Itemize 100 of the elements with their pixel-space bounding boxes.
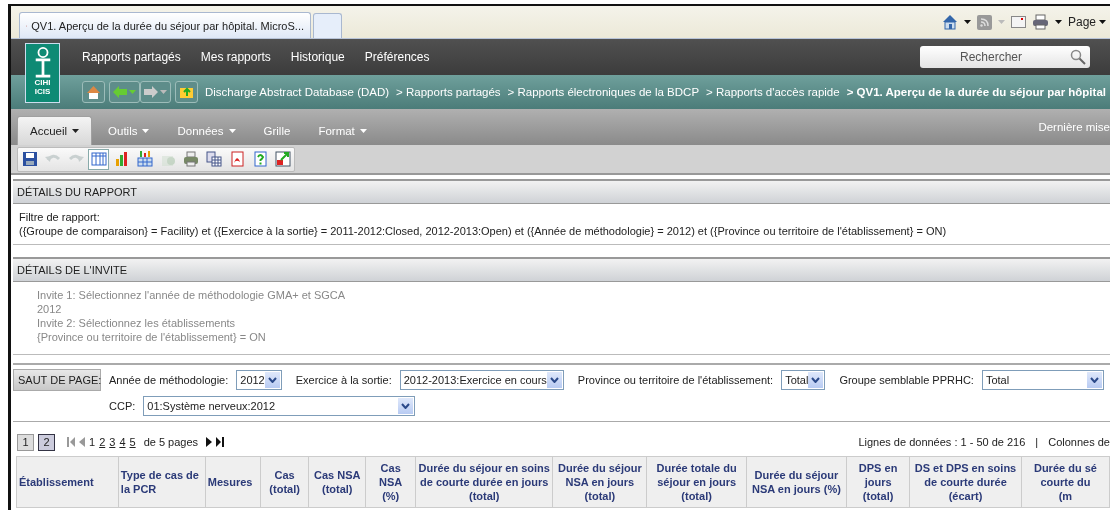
toolbar-button[interactable] [203, 148, 224, 170]
caret-icon [997, 20, 1005, 24]
column-header[interactable]: Durée du séjour NSA en jours (total) [552, 456, 647, 508]
page-link[interactable]: 1 [89, 436, 96, 448]
dropdown-field[interactable]: 01:Système nerveux:2012 [143, 396, 416, 416]
page-count: de 5 pages [143, 436, 199, 448]
mail-icon[interactable] [1010, 16, 1026, 28]
column-header[interactable]: Établissement [16, 456, 119, 508]
column-header[interactable]: Durée du séjour NSA en jours (%) [746, 456, 847, 508]
caret-icon [129, 90, 136, 94]
dropdown-field[interactable]: 2012-2013:Exercice en cours [399, 370, 564, 390]
toolbar-button[interactable] [134, 148, 155, 170]
swap-icon [273, 150, 292, 168]
filter-text: ({Groupe de comparaison} = Facility) et ({Exercice à la sortie} = 2011-2012:Closed, 2012-2013:Open) et ({Année de méthodologie} = 2012) et ({Province ou territoire de l'établissement} = ON) [19, 224, 948, 238]
dropdown-field[interactable]: Total [781, 370, 826, 390]
toolbar-button[interactable] [272, 148, 293, 170]
grid-icon [89, 150, 108, 168]
caret-icon [359, 129, 367, 133]
next-page-icon[interactable] [206, 437, 213, 447]
page-link[interactable]: 5 [129, 436, 136, 448]
column-header[interactable]: Durée du séjour en soins de courte durée en jours (total) [415, 456, 553, 508]
caret-icon [228, 129, 236, 133]
chevron-icon [549, 377, 559, 383]
column-header[interactable]: Mesures [205, 456, 261, 508]
arrow-right-icon [144, 86, 158, 98]
page-link[interactable]: 3 [109, 436, 116, 448]
prompt-text: 2012 [36, 302, 63, 316]
menu-tab[interactable]: Accueil [17, 116, 93, 145]
caret-icon [1099, 20, 1106, 24]
column-header[interactable]: DS et DPS en soins de courte durée (écart) [909, 456, 1022, 508]
filter-label: Filtre de rapport: [19, 210, 101, 224]
rows-info: Lignes de données : 1 - 50 de 216 [858, 436, 1026, 448]
page-link[interactable]: 4 [119, 436, 126, 448]
browser-tab[interactable]: QV1. Aperçu de la durée du séjour par hôpital. MicroS... [19, 12, 311, 38]
chevron-icon [1090, 377, 1099, 383]
columns-info: Colonnes de [1048, 436, 1110, 448]
back-button[interactable] [109, 81, 140, 103]
home-icon[interactable] [941, 14, 958, 30]
chevron-icon [267, 377, 277, 383]
chevron-icon [811, 377, 821, 383]
print-icon [181, 150, 200, 168]
chart-grid-icon [135, 150, 154, 168]
print-icon[interactable] [1031, 14, 1049, 30]
status-text: Dernière mise [1038, 121, 1110, 133]
copy-icon [204, 150, 223, 168]
breadcrumb-link[interactable]: > Rapports d'accès rapide [706, 86, 840, 98]
caret-icon [963, 20, 971, 24]
search-field[interactable]: Rechercher [920, 46, 1090, 68]
field-label: Année de méthodologie: [109, 374, 229, 386]
logo[interactable]: CIHI ICIS [25, 43, 60, 103]
column-header[interactable]: Durée du sé courte du (m [1021, 456, 1110, 508]
column-header[interactable]: Cas (total) [260, 456, 309, 508]
home-button[interactable] [82, 81, 105, 103]
separator-text: | [1035, 436, 1039, 448]
caret-icon [1054, 20, 1062, 24]
column-header[interactable]: Durée totale du séjour en jours (total) [646, 456, 747, 508]
column-header[interactable]: Type de cas de la PCR [118, 456, 206, 508]
prompt-text: Invite 2: Sélectionnez les établissements [36, 316, 237, 330]
arrow-left-icon [113, 86, 127, 98]
page-break-button[interactable]: SAUT DE PAGE: [13, 369, 101, 391]
previous-page-icon[interactable] [79, 437, 85, 447]
first-page-icon[interactable] [67, 437, 75, 447]
folder-icon [179, 85, 194, 99]
nav-link[interactable]: Mes rapports [200, 50, 271, 64]
column-header[interactable]: DPS en jours (total) [846, 456, 910, 508]
view-button[interactable]: 2 [38, 433, 55, 451]
caret-icon [142, 129, 150, 133]
prompt-text: Invite 1: Sélectionnez l'année de méthodologie GMA+ et SGCA [36, 288, 347, 302]
nav-link[interactable]: Historique [290, 50, 345, 64]
search-icon [1070, 49, 1086, 65]
field-label: Exercice à la sortie: [295, 374, 392, 386]
forward-button[interactable] [140, 81, 171, 103]
page-menu[interactable]: Page [1067, 15, 1106, 29]
column-header[interactable]: Cas NSA (%) [365, 456, 416, 508]
caret-icon [160, 90, 167, 94]
breadcrumb-link[interactable]: > Rapports électroniques de la BDCP [507, 86, 700, 98]
home-icon [86, 84, 101, 100]
feed-icon[interactable] [976, 14, 992, 30]
folder-up-button[interactable] [175, 81, 198, 103]
field-label: Groupe semblable PPRHC: [839, 374, 974, 386]
column-header[interactable]: Cas NSA (total) [308, 456, 366, 508]
dropdown-field[interactable]: 2012 [236, 370, 282, 390]
save-icon [20, 150, 39, 168]
chevron-icon [401, 403, 411, 409]
page-link[interactable]: 2 [99, 436, 106, 448]
nav-link[interactable]: Préférences [364, 50, 430, 64]
new-tab[interactable] [313, 13, 342, 38]
caret-icon [72, 129, 80, 133]
last-page-icon[interactable] [216, 437, 225, 447]
field-label: CCP: [109, 400, 136, 412]
toolbar-button[interactable] [88, 148, 109, 170]
breadcrumb-link[interactable]: > Rapports partagés [396, 86, 501, 98]
view-button[interactable]: 1 [17, 433, 34, 451]
breadcrumb-link[interactable]: Discharge Abstract Database (DAD) [205, 86, 390, 98]
prompt-text: {Province ou territoire de l'établissement} = ON [36, 330, 267, 344]
dropdown-field[interactable]: Total [981, 370, 1104, 390]
breadcrumb-link[interactable]: > QV1. Aperçu de la durée du séjour par hôpital [846, 86, 1106, 98]
field-label: Province ou territoire de l'établissement: [577, 374, 774, 386]
nav-link[interactable]: Rapports partagés [82, 50, 181, 64]
section-header: DÉTAILS DE L'INVITE [13, 257, 1110, 282]
